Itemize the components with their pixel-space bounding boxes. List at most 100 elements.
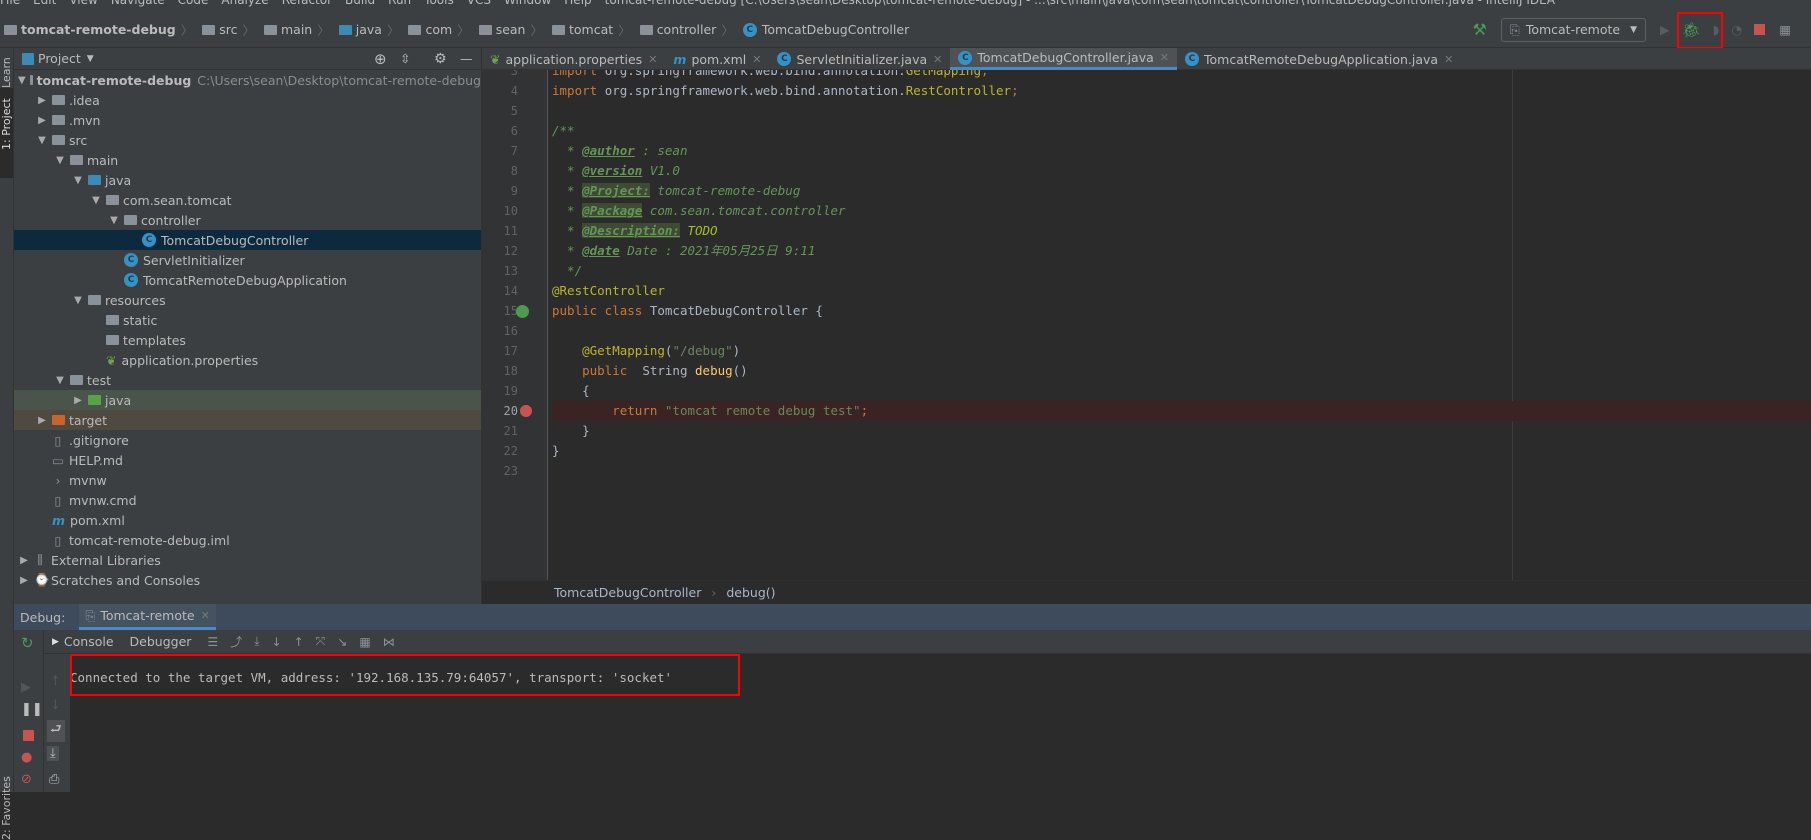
favorites-tool-button[interactable]: 2: Favorites — [0, 776, 13, 840]
tree-item[interactable]: ▶ target — [14, 410, 481, 430]
chevron-right-icon[interactable]: ▶ — [18, 555, 30, 566]
tree-item[interactable]: ▼ java — [14, 170, 481, 190]
project-tool-button[interactable]: 1: Project — [0, 88, 13, 178]
trace-icon[interactable]: ⋈ — [383, 635, 395, 649]
run-icon[interactable]: ▶ — [1660, 22, 1670, 37]
close-icon[interactable]: ✕ — [752, 53, 761, 66]
tree-item[interactable]: ▯ .gitignore — [14, 430, 481, 450]
project-structure-icon[interactable]: ▦ — [1779, 22, 1791, 37]
menu-tools[interactable]: Tools — [424, 0, 454, 7]
resume-icon[interactable]: ▶ — [21, 680, 31, 695]
profile-icon[interactable]: ◔ — [1731, 22, 1742, 37]
tree-item[interactable]: ▼ resources — [14, 290, 481, 310]
editor-breadcrumb-class[interactable]: TomcatDebugController — [554, 585, 701, 600]
tree-item[interactable]: ▶ ⫼ External Libraries — [14, 550, 481, 570]
tree-item[interactable]: C TomcatRemoteDebugApplication — [14, 270, 481, 290]
editor-gutter[interactable]: 3 4 5 6 7 8 9 10 11 12 13 14 15 16 17 18 19 20 21 22 23 — [482, 70, 548, 580]
pause-icon[interactable]: ❚❚ — [21, 702, 43, 717]
chevron-down-icon[interactable]: ▼ — [72, 175, 84, 186]
menu-edit[interactable]: Edit — [33, 0, 56, 7]
tree-item[interactable]: ▼ controller — [14, 210, 481, 230]
arrow-up-icon[interactable]: ↑ — [50, 674, 61, 689]
code-line[interactable]: * @date Date : 2021年05月25日 9:11 — [552, 241, 1811, 261]
tree-item[interactable]: ▼ test — [14, 370, 481, 390]
chevron-down-icon[interactable]: ▼ — [90, 195, 102, 206]
menu-help[interactable]: Help — [564, 0, 591, 7]
run-to-cursor-icon[interactable]: ↘ — [337, 635, 347, 649]
close-icon[interactable]: ✕ — [201, 609, 210, 622]
breadcrumb-item[interactable]: controller 〉 — [639, 20, 739, 39]
print-icon[interactable]: ⎙ — [49, 772, 59, 787]
breadcrumb-item[interactable]: com 〉 — [408, 20, 474, 39]
code-line[interactable] — [552, 461, 1811, 481]
code-editor[interactable]: 3 4 5 6 7 8 9 10 11 12 13 14 15 16 17 18 19 20 21 22 23 impo… — [482, 70, 1811, 580]
close-icon[interactable]: ✕ — [933, 53, 942, 66]
stop-icon[interactable] — [23, 730, 34, 741]
menu-file[interactable]: File — [0, 0, 20, 7]
code-line[interactable]: * @version V1.0 — [552, 161, 1811, 181]
code-line[interactable]: import org.springframework.web.bind.anno… — [552, 70, 1811, 81]
menu-build[interactable]: Build — [345, 0, 375, 7]
tab-tomcatdebugcontroller-java[interactable]: C TomcatDebugController.java ✕ — [950, 48, 1177, 70]
breadcrumb-item[interactable]: tomcat 〉 — [552, 20, 636, 39]
chevron-down-icon[interactable]: ▼ — [18, 75, 26, 86]
menu-icon[interactable]: ☰ — [207, 635, 218, 649]
breadcrumb-item[interactable]: main 〉 — [264, 20, 335, 39]
code-line[interactable]: * @Description: TODO — [552, 221, 1811, 241]
tab-debugger[interactable]: Debugger — [130, 634, 192, 649]
spring-bean-icon[interactable] — [516, 305, 529, 318]
collapse-all-icon[interactable]: ⇳ — [400, 51, 410, 66]
code-line[interactable] — [552, 321, 1811, 341]
code-line[interactable]: /** — [552, 121, 1811, 141]
stop-icon[interactable] — [1754, 24, 1766, 35]
step-out-icon[interactable]: ↑ — [294, 635, 304, 649]
tab-console[interactable]: Console — [64, 634, 114, 649]
locate-icon[interactable]: ⊕ — [374, 50, 387, 68]
code-line[interactable]: * @Project: tomcat-remote-debug — [552, 181, 1811, 201]
close-icon[interactable]: ✕ — [648, 53, 657, 66]
tree-item[interactable]: C TomcatDebugController — [14, 230, 481, 250]
chevron-right-icon[interactable]: ▶ — [18, 575, 30, 586]
debug-session-tab[interactable]: ⎘ Tomcat-remote ✕ — [79, 604, 216, 630]
breadcrumb-item[interactable]: src 〉 — [202, 20, 260, 39]
chevron-down-icon[interactable]: ▼ — [87, 54, 94, 64]
arrow-down-icon[interactable]: ↓ — [50, 698, 61, 713]
breadcrumb-item[interactable]: tomcat-remote-debug 〉 — [4, 20, 198, 39]
code-line[interactable]: { — [552, 381, 1811, 401]
run-config-dropdown[interactable]: ⎘ Tomcat-remote ▼ — [1500, 17, 1646, 42]
tree-item[interactable]: ▶ java — [14, 390, 481, 410]
close-icon[interactable]: ✕ — [1444, 53, 1453, 66]
menu-view[interactable]: View — [69, 0, 97, 7]
chevron-right-icon[interactable]: ▶ — [36, 115, 48, 126]
view-breakpoints-icon[interactable]: ● — [21, 750, 32, 765]
tree-item[interactable]: static — [14, 310, 481, 330]
tree-item[interactable]: C ServletInitializer — [14, 250, 481, 270]
menu-run[interactable]: Run — [388, 0, 411, 7]
tab-application-properties[interactable]: ❦ application.properties ✕ — [482, 48, 665, 70]
breadcrumb-item[interactable]: sean 〉 — [478, 20, 548, 39]
hide-panel-icon[interactable]: — — [460, 51, 473, 66]
editor-breadcrumb-method[interactable]: debug() — [726, 585, 775, 600]
build-hammer-icon[interactable]: ⚒ — [1472, 20, 1486, 39]
chevron-right-icon[interactable]: ▶ — [36, 95, 48, 106]
code-line[interactable]: * @Package com.sean.tomcat.controller — [552, 201, 1811, 221]
chevron-down-icon[interactable]: ▼ — [54, 155, 66, 166]
code-line[interactable] — [552, 101, 1811, 121]
scroll-to-end-icon[interactable]: ⤓ — [47, 746, 59, 761]
breadcrumb-item[interactable]: C TomcatDebugController — [742, 20, 909, 39]
code-line[interactable]: public String debug() — [552, 361, 1811, 381]
tree-item[interactable]: ▯ mvnw.cmd — [14, 490, 481, 510]
tab-pom-xml[interactable]: m pom.xml ✕ — [665, 48, 769, 70]
code-line[interactable]: public class TomcatDebugController { — [552, 301, 1811, 321]
tree-item[interactable]: ▼ src — [14, 130, 481, 150]
step-into-icon[interactable]: ↓ — [272, 635, 282, 649]
chevron-down-icon[interactable]: ▼ — [54, 375, 66, 386]
tree-item[interactable]: ▶ .mvn — [14, 110, 481, 130]
code-line[interactable]: */ — [552, 261, 1811, 281]
chevron-down-icon[interactable]: ▼ — [72, 295, 84, 306]
close-icon[interactable]: ✕ — [1160, 51, 1169, 64]
code-line[interactable]: } — [552, 421, 1811, 441]
tree-item[interactable]: templates — [14, 330, 481, 350]
tree-item[interactable]: ▼ com.sean.tomcat — [14, 190, 481, 210]
tree-item[interactable]: ▭ HELP.md — [14, 450, 481, 470]
